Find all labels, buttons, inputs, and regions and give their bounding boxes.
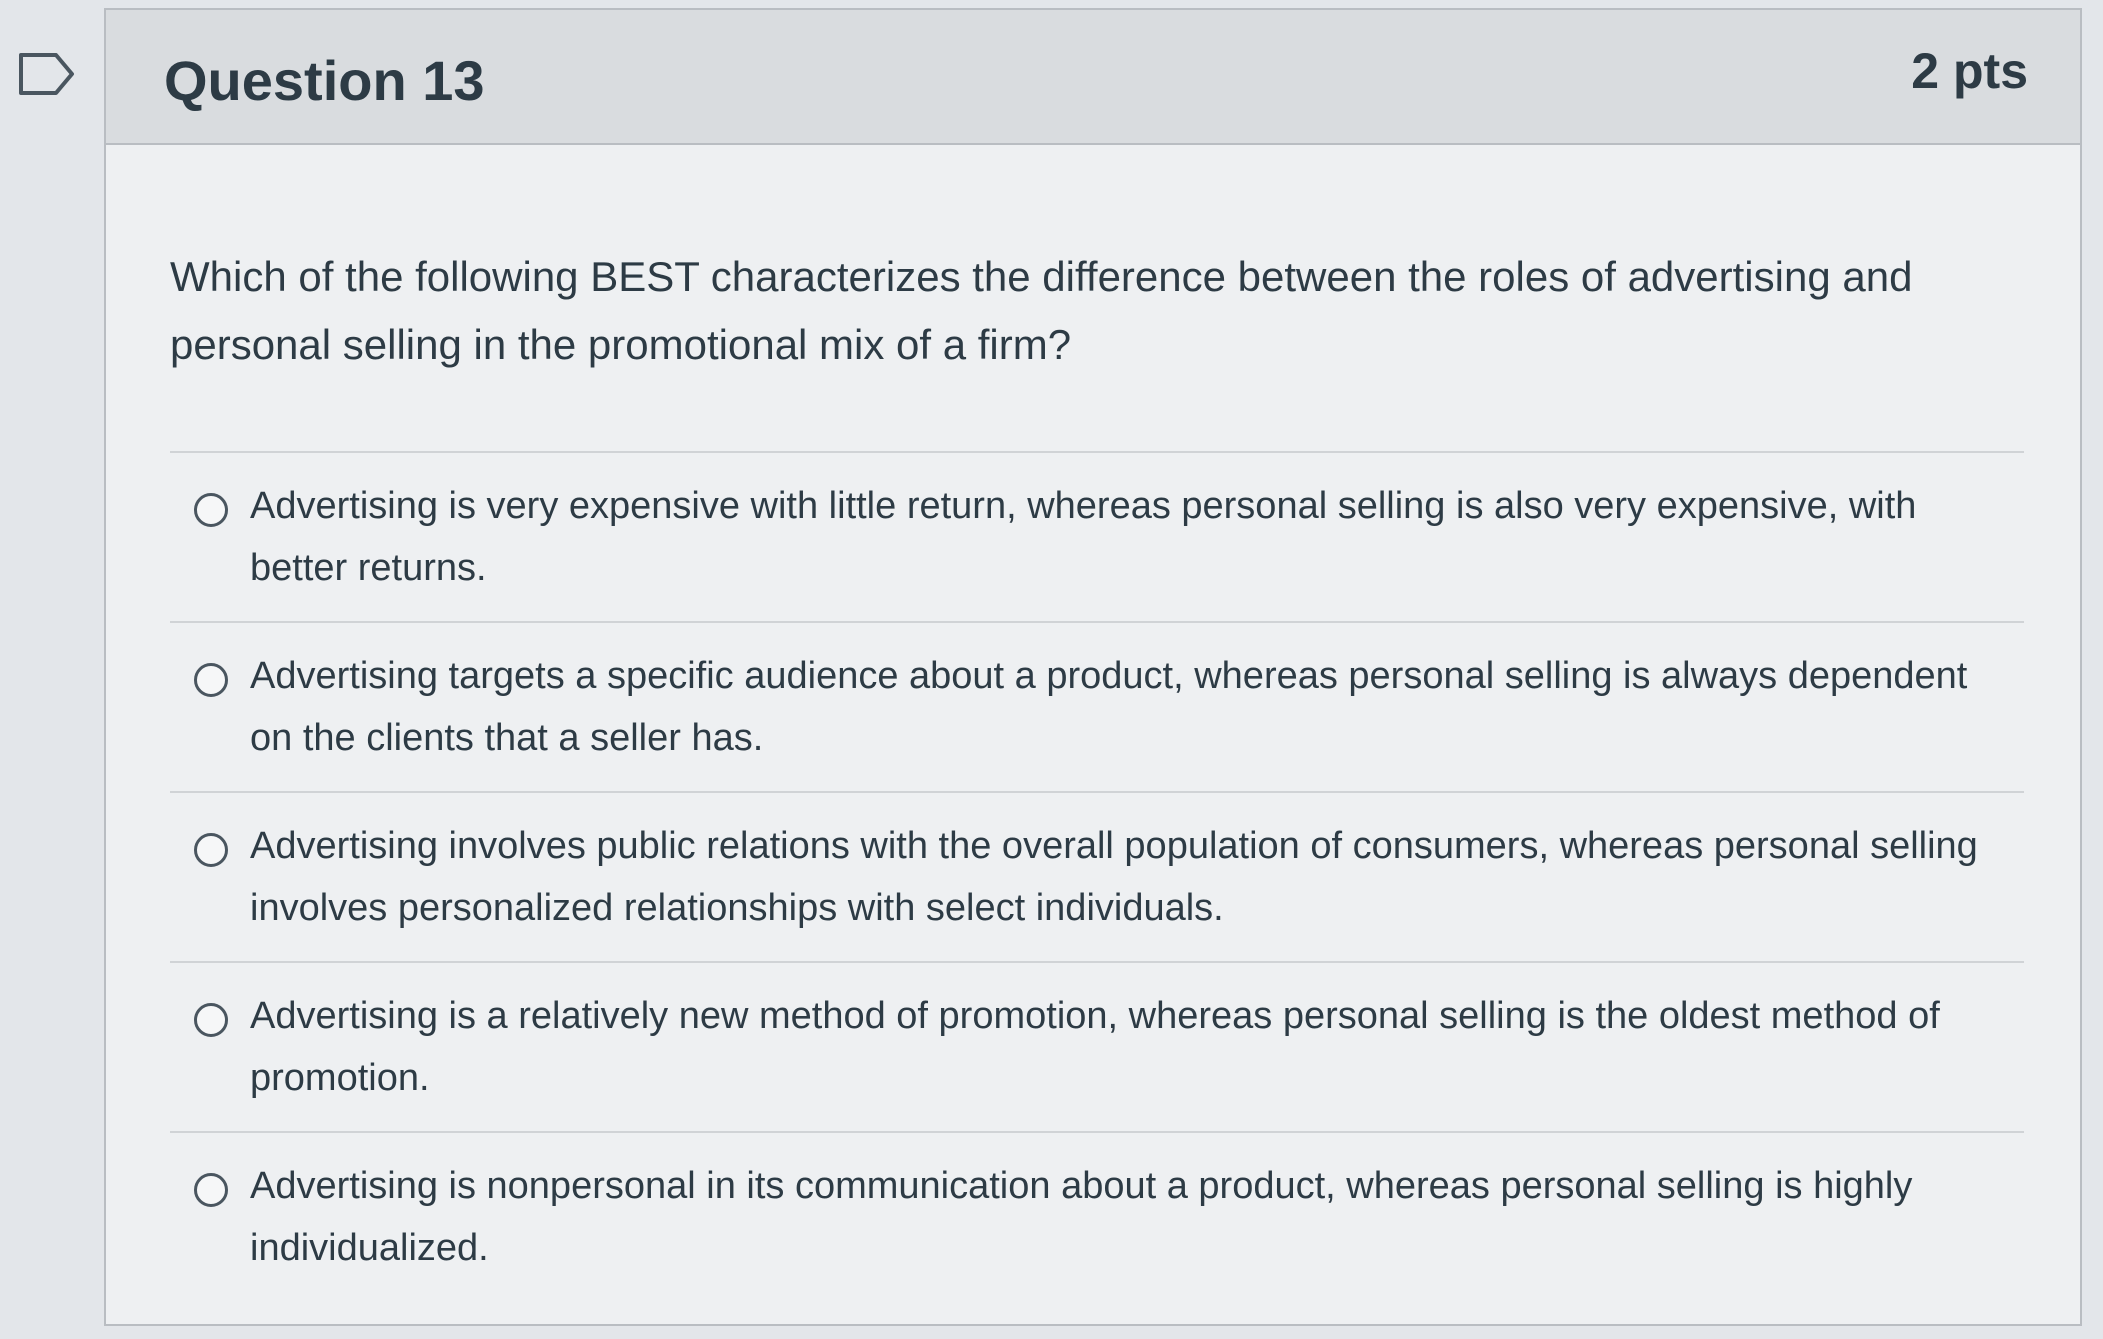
answer-option[interactable]: Advertising is nonpersonal in its commun… (170, 1133, 2024, 1301)
flag-question-icon[interactable] (18, 52, 76, 96)
radio-button[interactable] (194, 1003, 228, 1037)
radio-button[interactable] (194, 833, 228, 867)
answer-list: Advertising is very expensive with littl… (170, 451, 2024, 1301)
question-text: Which of the following BEST characterize… (170, 253, 1913, 368)
question-points: 2 pts (1911, 43, 2028, 99)
question-body: Which of the following BEST characterize… (106, 243, 2080, 1301)
question-header: Question 13 2 pts (106, 10, 2080, 145)
answer-label[interactable]: Advertising is a relatively new method o… (250, 985, 2004, 1109)
answer-label[interactable]: Advertising is very expensive with littl… (250, 475, 2004, 599)
answer-label[interactable]: Advertising is nonpersonal in its commun… (250, 1155, 2004, 1279)
radio-button[interactable] (194, 493, 228, 527)
answer-option[interactable]: Advertising involves public relations wi… (170, 793, 2024, 963)
answer-label[interactable]: Advertising targets a specific audience … (250, 645, 2004, 769)
question-card: Question 13 2 pts Which of the following… (104, 8, 2082, 1326)
question-title: Question 13 (164, 49, 485, 112)
answer-option[interactable]: Advertising is very expensive with littl… (170, 453, 2024, 623)
answer-label[interactable]: Advertising involves public relations wi… (250, 815, 2004, 939)
radio-button[interactable] (194, 663, 228, 697)
answer-option[interactable]: Advertising is a relatively new method o… (170, 963, 2024, 1133)
answer-option[interactable]: Advertising targets a specific audience … (170, 623, 2024, 793)
radio-button[interactable] (194, 1173, 228, 1207)
